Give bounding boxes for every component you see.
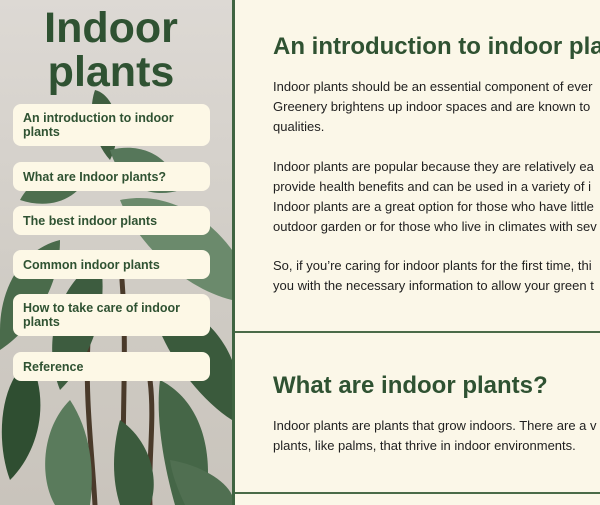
what-paragraph-1: Indoor plants are plants that grow indoo… <box>273 416 597 456</box>
nav-common-indoor-plants[interactable]: Common indoor plants <box>13 250 210 279</box>
site-title: Indoor plants <box>44 4 178 96</box>
intro-paragraph-1: Indoor plants should be an essential com… <box>273 77 592 137</box>
section-divider <box>235 492 600 494</box>
nav-reference[interactable]: Reference <box>13 352 210 381</box>
text-line: Indoor plants are a great option for tho… <box>273 199 594 214</box>
text-line: qualities. <box>273 119 325 134</box>
nav-how-to-take-care[interactable]: How to take care of indoor plants <box>13 294 210 336</box>
section-divider <box>235 331 600 333</box>
text-line: Indoor plants should be an essential com… <box>273 79 593 94</box>
text-line: provide health benefits and can be used … <box>273 179 591 194</box>
text-line: Greenery brightens up indoor spaces and … <box>273 99 591 114</box>
intro-paragraph-3: So, if you’re caring for indoor plants f… <box>273 256 594 296</box>
text-line: Indoor plants are plants that grow indoo… <box>273 418 597 433</box>
text-line: So, if you’re caring for indoor plants f… <box>273 258 592 273</box>
nav-what-are-indoor-plants[interactable]: What are Indoor plants? <box>13 162 210 191</box>
text-line: you with the necessary information to al… <box>273 278 594 293</box>
intro-paragraph-2: Indoor plants are popular because they a… <box>273 157 597 237</box>
text-line: outdoor garden or for those who live in … <box>273 219 597 234</box>
text-line: plants, like palms, that thrive in indoo… <box>273 438 576 453</box>
text-line: Indoor plants are popular because they a… <box>273 159 594 174</box>
nav-best-indoor-plants[interactable]: The best indoor plants <box>13 206 210 235</box>
intro-heading: An introduction to indoor pla <box>273 33 600 60</box>
sidebar: Indoor plants An introduction to indoor … <box>0 0 232 505</box>
nav-introduction[interactable]: An introduction to indoor plants <box>13 104 210 146</box>
main-content: An introduction to indoor pla Indoor pla… <box>235 0 600 505</box>
what-heading: What are indoor plants? <box>273 372 548 399</box>
